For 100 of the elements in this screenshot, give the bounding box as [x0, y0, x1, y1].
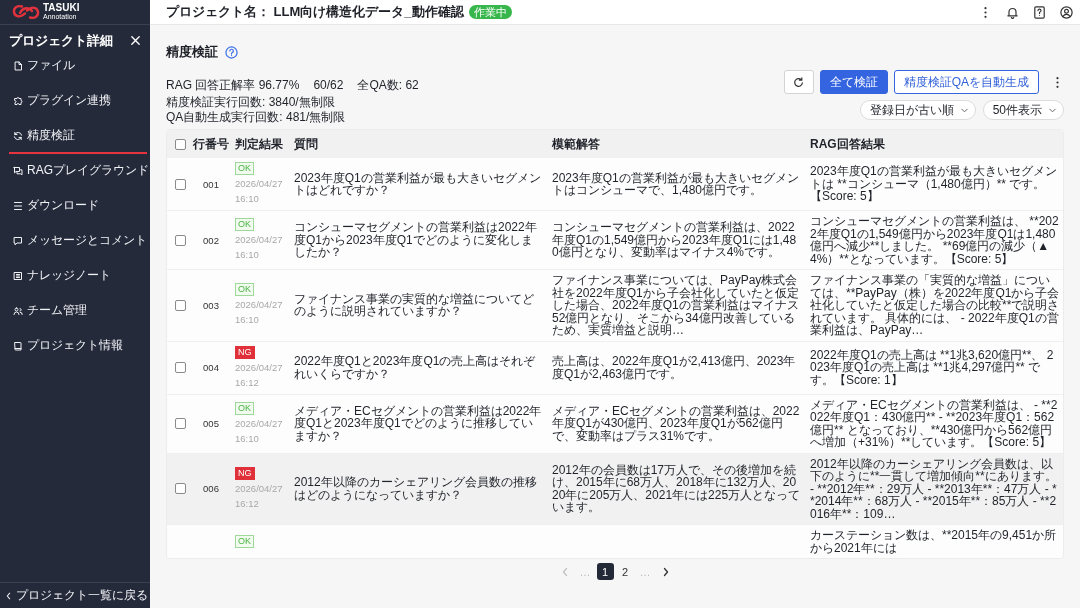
correct-count: 60/62 [313, 78, 344, 93]
page-button[interactable]: 2 [616, 563, 634, 580]
model-answer-text: 2023年度Q1の営業利益が最も大きいセグメントはコンシューマで、1,480億円です。 [552, 171, 800, 197]
verdict-time: 16:10 [235, 192, 259, 206]
chevron-left-icon [6, 591, 11, 600]
rag-answer-text: 2023年度Q1の営業利益が最も大きいセグメントは **コンシューマ（1,480億円）** です。【Score: 5】 [810, 165, 1058, 203]
sidebar-item[interactable]: RAGプレイグラウンド [9, 154, 147, 189]
select-all-checkbox[interactable] [174, 138, 186, 150]
model-answer-text: コンシューマセグメントの営業利益は、2022年度Q1の1,549億円から2023年度Q1には1,480億円となり、変動率はマイナス4%です。 [552, 221, 798, 259]
model-answer-text: 売上高は、2022年度Q1が2,413億円、2023年度Q1が2,463億円です。 [552, 355, 797, 380]
verification-run-count: 精度検証実行回数: 3840/無制限 [166, 95, 336, 110]
row-number: 006 [203, 483, 219, 495]
row-checkbox[interactable] [174, 299, 186, 311]
sidebar-item[interactable]: ダウンロード [9, 189, 147, 224]
help-icon[interactable] [225, 45, 238, 59]
verdict-time: 16:12 [235, 496, 259, 511]
verdict-badge: OK [235, 218, 254, 231]
verdict-time: 16:10 [235, 431, 259, 446]
auto-generate-button[interactable]: 精度検証QAを自動生成 [893, 70, 1039, 94]
row-checkbox[interactable] [174, 362, 186, 373]
question-text: メディア・ECセグメントの営業利益は2022年度Q1と2023年度Q1でどのように推移していますか？ [294, 404, 543, 443]
question-text: コンシューマセグメントの営業利益は2022年度Q1から2023年度Q1でどのように変化しましたか？ [294, 221, 538, 259]
question-text: 2022年度Q1と2023年度Q1の売上高はそれぞれいくらですか？ [294, 355, 537, 380]
row-checkbox[interactable] [174, 234, 186, 246]
question-text: 2023年度Q1の営業利益が最も大きいセグメントはどれですか？ [294, 171, 542, 197]
model-answer-text: 2012年の会員数は17万人で、その後増加を続け、2015年に68万人、2018年に132万人、2020年に205万人、2021年には225万人となっています。 [552, 463, 802, 514]
verdict-time: 16:10 [235, 313, 259, 328]
refresh-icon [793, 76, 805, 88]
rag-answer-text: メディア・ECセグメントの営業利益は、 - **2022年度Q1：430億円** - **2023年度Q1：562億円** となっており、**430億円から562億円へ増加（+31%）**しています。【Score: 5】 [810, 398, 1059, 449]
rag-answer-text: 2012年以降のカーシェアリング会員数は、以下のように**一貫して増加傾向**にあります。 - **2012年**：29万人 - **2013年**：47万人 - **2014年**：68万人 - **2015年**：85万人 - **2016年**：109… [810, 457, 1058, 520]
table-row[interactable] [167, 453, 1063, 525]
verdict-badge: OK [235, 534, 254, 548]
row-number: 002 [203, 234, 219, 246]
column-header: 質問 [294, 135, 318, 153]
row-number: 001 [203, 178, 219, 190]
rag-answer-text: カーステーション数は、**2015年の9,451か所から2021年には [810, 529, 1058, 554]
sidebar-item[interactable]: ファイル [9, 49, 147, 84]
column-header: 模範解答 [552, 135, 600, 153]
help-document-icon[interactable] [1033, 5, 1046, 19]
speech-bubble-icon [13, 235, 23, 246]
verdict-badge: OK [235, 162, 254, 175]
verdict-badge: NG [235, 345, 255, 359]
question-text: 2012年以降のカーシェアリング会員数の推移はどのようになっていますか？ [294, 476, 538, 502]
rag-answer-text: ファイナンス事業の「実質的な増益」については、**PayPay（株）を2022年度Q1から子会社化していたと仮定した場合の比較**で説明されています。 具体的には、 - 2022年度Q1の営業利益は、PayPay… [810, 274, 1060, 337]
back-link[interactable]: プロジェクト一覧に戻る [6, 587, 148, 604]
verdict-badge: OK [235, 401, 254, 415]
page-button[interactable]: 1 [596, 563, 614, 580]
verdict-date: 2026/04/27 [235, 233, 283, 247]
sidebar-item[interactable]: チーム管理 [9, 294, 147, 329]
people-icon [13, 305, 23, 316]
sidebar-heading: プロジェクト詳細 [9, 32, 113, 49]
verdict-date: 2026/04/27 [235, 360, 283, 375]
verdict-date: 2026/04/27 [235, 416, 283, 431]
column-header: 行番号 [193, 135, 229, 153]
chevron-right-icon[interactable] [661, 566, 670, 577]
verdict-date: 2026/04/27 [235, 481, 283, 496]
sidebar-item[interactable]: 精度検証 [9, 119, 147, 154]
row-checkbox[interactable] [174, 483, 186, 495]
table-row[interactable] [167, 270, 1063, 342]
sidebar-item[interactable]: プラグイン連携 [9, 84, 147, 119]
refresh-button[interactable] [783, 70, 814, 94]
verdict-date: 2026/04/27 [235, 177, 283, 191]
logo-title: TASUKI [43, 3, 80, 13]
verdict-date: 2026/04/27 [235, 298, 283, 313]
verdict-time: 16:12 [235, 375, 259, 390]
sidebar-item[interactable]: メッセージとコメント [9, 224, 147, 259]
project-title: プロジェクト名： LLM向け構造化データ_動作確認 [166, 3, 464, 21]
verdict-time: 16:10 [235, 248, 259, 262]
status-badge: 作業中 [468, 5, 512, 19]
page-size-select[interactable]: 50件表示 [982, 100, 1064, 120]
close-icon[interactable] [130, 35, 141, 46]
rag-answer-text: コンシューマセグメントの営業利益は、 **2022年度Q1の1,549億円から2023年度Q1は1,480億円へ減少**しました。 **69億円の減少（▲4%）**となっています。【Score: 5】 [810, 215, 1060, 265]
column-header: RAG回答結果 [810, 135, 885, 153]
verdict-badge: NG [235, 466, 255, 480]
account-icon[interactable] [1060, 5, 1073, 19]
notebook-icon [13, 270, 23, 281]
verify-all-button[interactable]: 全て検証 [819, 70, 888, 94]
cycle-icon [13, 130, 23, 141]
model-answer-text: メディア・ECセグメントの営業利益は、2022年度Q1が430億円、2023年度Q1が562億円で、変動率はプラス31%です。 [552, 404, 801, 443]
total-count: 全QA数: 62 [357, 78, 419, 93]
auto-generation-run-count: QA自動生成実行回数: 481/無制限 [166, 110, 347, 125]
sort-select[interactable]: 登録日が古い順 [859, 100, 976, 120]
book-icon [13, 340, 23, 351]
accuracy-rate: RAG 回答正解率 96.77% [166, 78, 300, 93]
sidebar-item[interactable]: ナレッジノート [9, 259, 147, 294]
row-checkbox[interactable] [174, 178, 186, 190]
chain-logo-icon [12, 3, 40, 21]
row-number: 004 [203, 362, 219, 373]
file-icon [13, 60, 23, 71]
page-title: 精度検証 [166, 43, 218, 61]
model-answer-text: ファイナンス事業については、PayPay株式会社を2022年度Q1から子会社化していたと仮定した場合、2022年度Q1の営業利益はマイナス52億円となり、そこから34億円改善しているため、実質増益と説明… [552, 274, 800, 337]
chat-bubbles-icon [13, 165, 23, 176]
row-number: 003 [203, 299, 219, 311]
row-checkbox[interactable] [174, 418, 186, 429]
row-number: 005 [203, 418, 219, 429]
bell-icon[interactable] [1006, 5, 1019, 19]
sidebar-item[interactable]: プロジェクト情報 [9, 329, 147, 364]
question-text: ファイナンス事業の実質的な増益についてどのように説明されていますか？ [294, 292, 535, 318]
column-header: 判定結果 [235, 135, 283, 153]
puzzle-icon [13, 95, 23, 106]
